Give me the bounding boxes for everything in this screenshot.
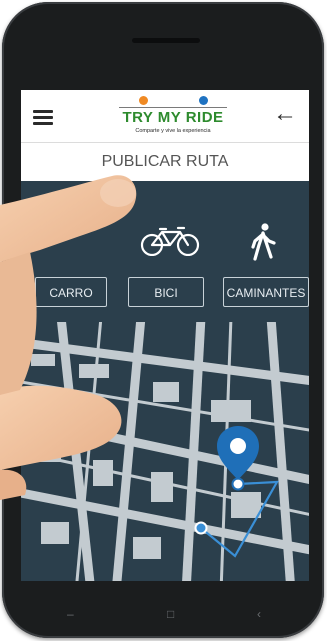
logo-orange-dot xyxy=(139,96,148,105)
logo-text: TRY MY RIDE xyxy=(122,109,224,126)
mode-bici-button[interactable]: BICI xyxy=(128,277,204,307)
phone-speaker xyxy=(132,38,200,43)
nav-back-button[interactable]: ‹ xyxy=(257,602,261,626)
mode-carro-button[interactable]: CARRO xyxy=(35,277,107,307)
recent-apps-button[interactable]: – xyxy=(67,602,74,626)
walking-person-icon xyxy=(251,223,276,261)
logo-blue-dot xyxy=(199,96,208,105)
page-title: PUBLICAR RUTA xyxy=(21,142,309,182)
phone-frame: TRY MY RIDE Comparte y vive la experienc… xyxy=(2,2,324,638)
home-button[interactable]: □ xyxy=(167,602,174,626)
bicycle-icon xyxy=(140,226,200,256)
route-map[interactable] xyxy=(21,322,309,581)
back-arrow-icon[interactable]: ← xyxy=(273,102,297,126)
system-nav-bar: – □ ‹ xyxy=(2,602,327,626)
app-screen: TRY MY RIDE Comparte y vive la experienc… xyxy=(21,90,309,581)
logo-tagline: Comparte y vive la experiencia xyxy=(135,128,211,134)
mode-caminantes-button[interactable]: CAMINANTES xyxy=(223,277,309,307)
app-header: TRY MY RIDE Comparte y vive la experienc… xyxy=(21,90,309,142)
app-logo: TRY MY RIDE Comparte y vive la experienc… xyxy=(113,95,233,139)
transport-mode-section: CARRO BICI CAMINANTES xyxy=(21,181,309,316)
hamburger-icon[interactable] xyxy=(33,110,53,125)
